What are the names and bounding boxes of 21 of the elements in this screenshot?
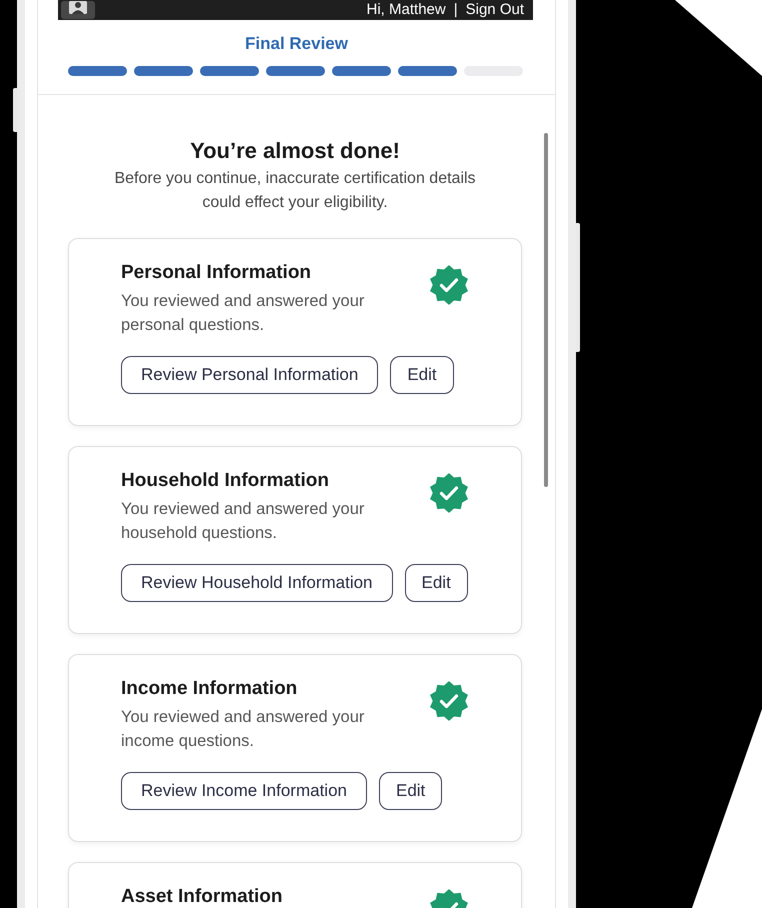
- edit-button[interactable]: Edit: [404, 564, 468, 602]
- edit-button[interactable]: Edit: [390, 356, 454, 394]
- avatar-icon[interactable]: [61, 1, 95, 19]
- review-button[interactable]: Review Household Information: [121, 564, 393, 602]
- review-button[interactable]: Review Personal Information: [121, 356, 378, 394]
- section-description: You reviewed and answered your household questions.: [121, 499, 366, 544]
- section-title: Personal Information: [121, 261, 312, 285]
- section-description: You reviewed and answered your income questions.: [121, 707, 366, 752]
- greeting-text: Hi, Matthew: [366, 1, 446, 19]
- section-title: Asset Information: [121, 885, 283, 908]
- intro-text: Before you continue, inaccurate certification details could effect your eligibility.: [113, 169, 477, 213]
- edit-button[interactable]: Edit: [378, 772, 442, 810]
- step-title: Final Review: [244, 33, 349, 55]
- separator-text: |: [454, 1, 458, 19]
- review-button[interactable]: Review Income Information: [121, 772, 367, 810]
- section-title: Income Information: [121, 677, 298, 701]
- page-heading: You’re almost done!: [189, 137, 401, 165]
- section-description: You reviewed and answered your personal questions.: [121, 291, 366, 336]
- scrollbar-thumb[interactable]: [544, 133, 548, 487]
- section-title: Household Information: [121, 469, 330, 493]
- sign-out-link[interactable]: Sign Out: [466, 1, 524, 19]
